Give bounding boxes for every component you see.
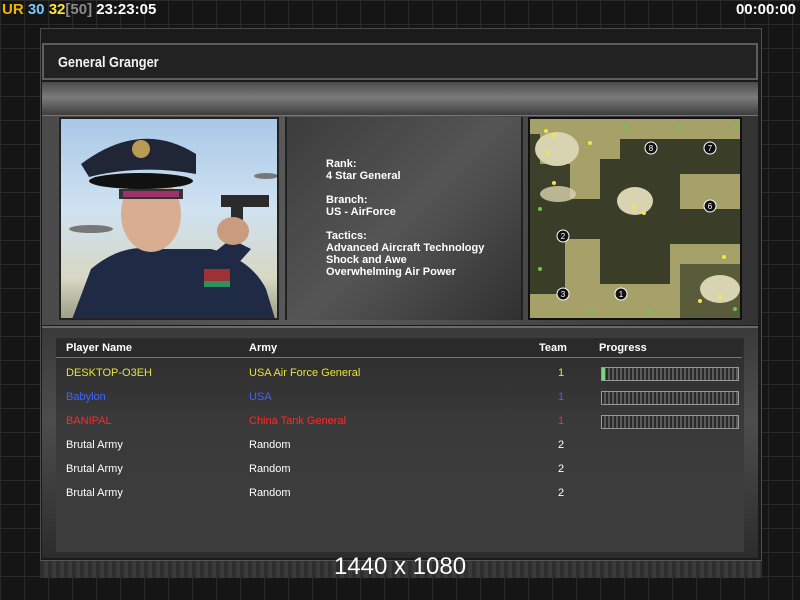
spawn-label: 7 — [708, 144, 713, 153]
player-army: China Tank General — [249, 415, 347, 427]
branch-value: US - AirForce — [326, 206, 396, 218]
tree-icon — [733, 307, 737, 311]
tactics-label: Tactics: — [326, 230, 367, 242]
tactic-1: Advanced Aircraft Technology — [326, 242, 485, 254]
resource-icon — [718, 295, 722, 299]
player-progress-fill — [602, 368, 605, 380]
player-team: 2 — [558, 487, 565, 499]
player-name: BANIPAL — [66, 415, 112, 427]
spawn-label: 8 — [649, 144, 654, 153]
player-army: USA Air Force General — [249, 367, 361, 379]
general-name: General Granger — [58, 54, 159, 71]
player-team: 1 — [558, 415, 565, 427]
resolution-overlay: 1440 x 1080 — [333, 553, 467, 580]
resource-icon — [546, 151, 550, 155]
resource-icon — [722, 255, 726, 259]
spawn-label: 3 — [561, 290, 566, 299]
player-name: Brutal Army — [66, 487, 123, 499]
hud-value-c: [50] — [65, 1, 93, 18]
aircraft-left-icon — [69, 225, 113, 233]
hud-value-a: 30 — [27, 1, 45, 18]
tree-icon — [676, 125, 680, 129]
player-team: 2 — [558, 463, 565, 475]
branch-label: Branch: — [326, 194, 368, 206]
spawn-label: 2 — [561, 232, 566, 241]
tree-icon — [590, 309, 594, 313]
player-row: DESKTOP-O3EH USA Air Force General 1 — [56, 362, 742, 384]
player-name: DESKTOP-O3EH — [66, 367, 152, 379]
tactic-2: Shock and Awe — [326, 254, 407, 266]
player-name: Babylon — [66, 391, 106, 403]
player-name: Brutal Army — [66, 439, 123, 451]
player-row: Brutal Army Random 2 — [56, 434, 742, 456]
player-team: 1 — [558, 367, 565, 379]
hud-ur-label: UR — [2, 1, 24, 18]
resource-icon — [552, 181, 556, 185]
header-army: Army — [249, 342, 278, 354]
resource-icon — [632, 205, 636, 209]
tree-icon — [648, 309, 652, 313]
resource-icon — [588, 141, 592, 145]
resource-icon — [698, 299, 702, 303]
general-details: Rank: 4 Star General Branch: US - AirFor… — [326, 158, 516, 278]
player-army: USA — [249, 391, 272, 403]
tree-icon — [733, 125, 737, 129]
spawn-label: 6 — [708, 202, 713, 211]
minimap: 8 7 6 2 3 1 — [528, 117, 742, 320]
tree-icon — [538, 207, 542, 211]
hud-clock: 23:23:05 — [96, 1, 157, 18]
general-portrait — [59, 117, 279, 320]
player-row: Brutal Army Random 2 — [56, 482, 742, 504]
header-player-name: Player Name — [66, 342, 133, 354]
tree-icon — [624, 125, 628, 129]
hud-stats: UR 30 32[50] 23:23:05 — [2, 1, 156, 18]
resource-icon — [552, 133, 556, 137]
header-team: Team — [539, 342, 567, 354]
hud-timer: 00:00:00 — [735, 1, 796, 18]
hud-value-b: 32 — [48, 1, 66, 18]
aircraft-right-icon — [254, 173, 277, 179]
tree-icon — [538, 267, 542, 271]
player-progress-bar — [601, 391, 739, 405]
smoke-band — [42, 82, 758, 116]
player-row: Brutal Army Random 2 — [56, 458, 742, 480]
rank-label: Rank: — [326, 158, 357, 170]
player-team: 2 — [558, 439, 565, 451]
player-army: Random — [249, 487, 291, 499]
tactic-3: Overwhelming Air Power — [326, 266, 456, 278]
player-team: 1 — [558, 391, 565, 403]
title-bar: General Granger — [42, 43, 758, 80]
player-army: Random — [249, 439, 291, 451]
player-row: BANIPAL China Tank General 1 — [56, 410, 742, 432]
player-army: Random — [249, 463, 291, 475]
spawn-label: 1 — [619, 290, 624, 299]
player-progress-bar — [601, 367, 739, 381]
resource-icon — [642, 211, 646, 215]
header-progress: Progress — [599, 342, 647, 354]
player-name: Brutal Army — [66, 463, 123, 475]
rank-value: 4 Star General — [326, 170, 401, 182]
player-progress-bar — [601, 415, 739, 429]
player-row: Babylon USA 1 — [56, 386, 742, 408]
resource-icon — [544, 129, 548, 133]
